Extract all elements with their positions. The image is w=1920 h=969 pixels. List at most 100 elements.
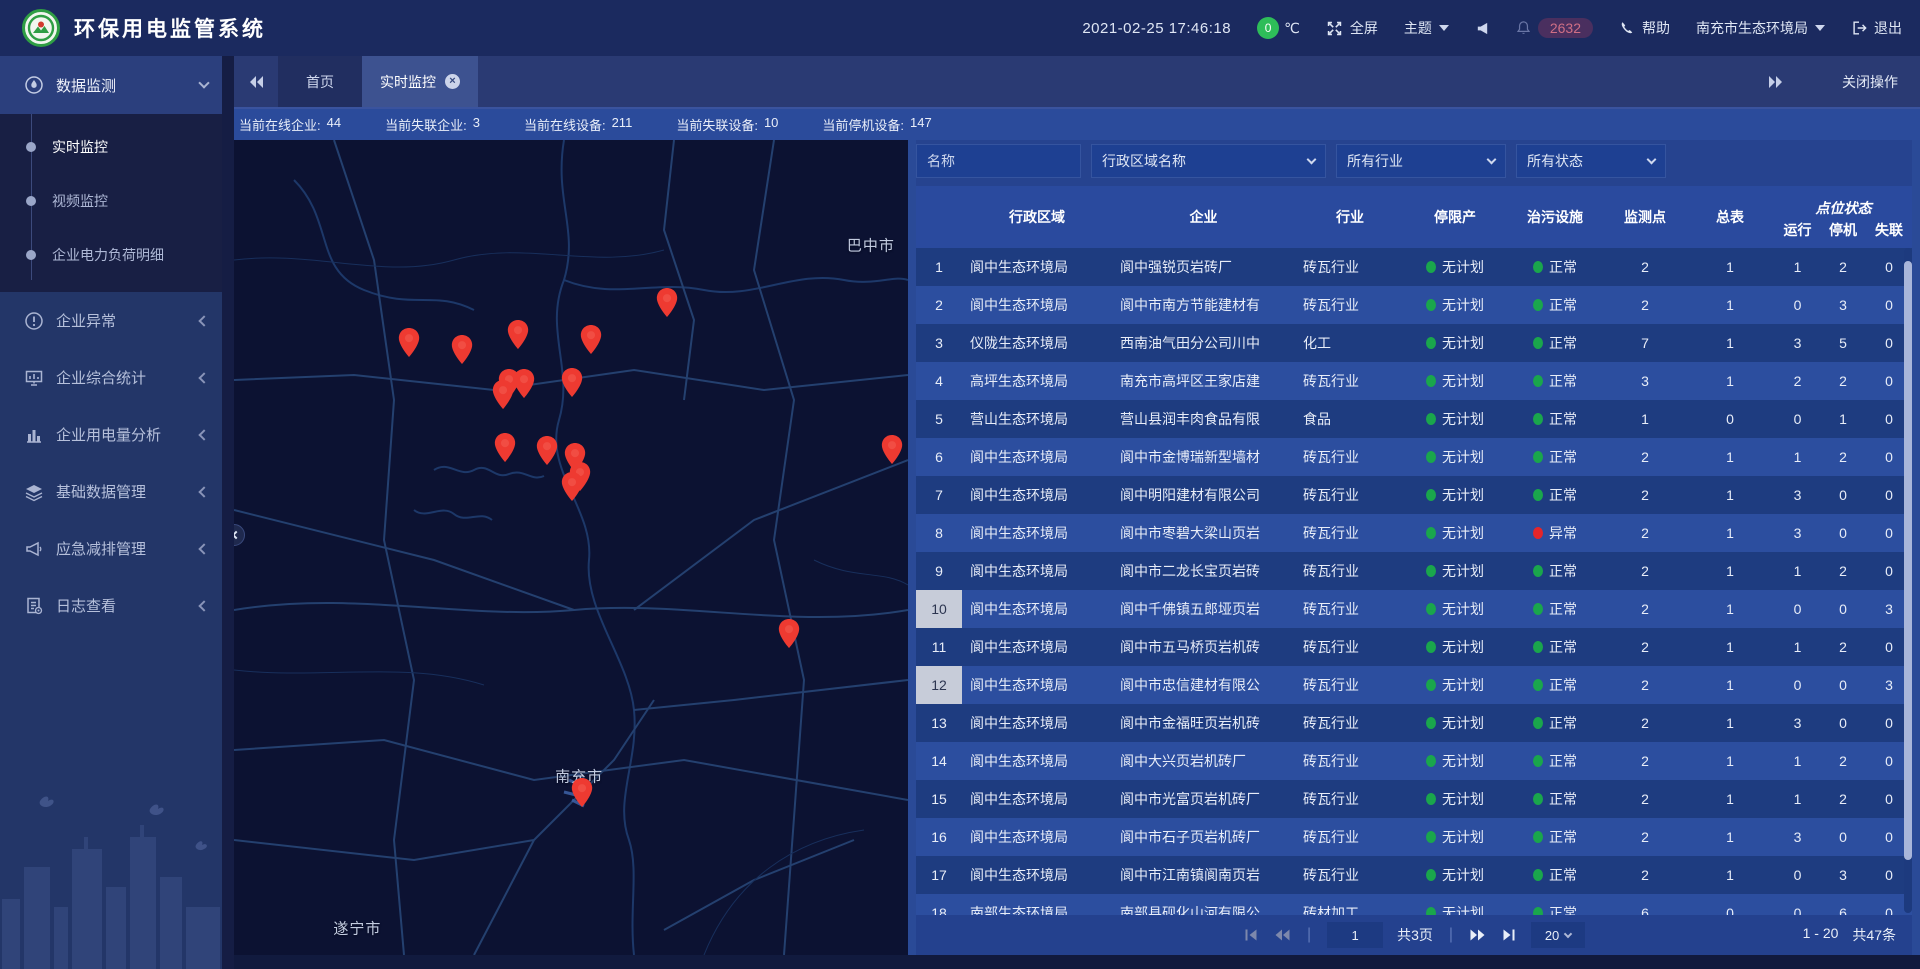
cell-stopped: 0 <box>1820 677 1866 693</box>
status-label: 当前失联设备: <box>676 115 758 134</box>
col-facility: 治污设施 <box>1505 186 1605 248</box>
cell-meters: 1 <box>1685 791 1775 807</box>
status-counter: 当前在线设备: 211 <box>524 115 632 134</box>
map-panel[interactable]: 巴中市 南充市 遂宁市 <box>234 140 908 955</box>
sidebar-item-realtime-monitor[interactable]: 实时监控 <box>0 120 222 174</box>
status-dot-icon <box>1426 831 1436 843</box>
industry-filter-select[interactable]: 所有行业 <box>1336 144 1506 178</box>
table-row[interactable]: 18 南部生态环境局 南部县砚化山河有限公 砖材加工 无计划 <box>916 894 1912 915</box>
sidebar-item-power-load-detail[interactable]: 企业电力负荷明细 <box>0 228 222 282</box>
cell-points: 2 <box>1605 753 1685 769</box>
table-row[interactable]: 11 阆中生态环境局 阆中市五马桥页岩机砖 砖瓦行业 无计划 <box>916 628 1912 666</box>
scrollbar-thumb[interactable] <box>1904 261 1912 860</box>
col-group-point-status: 点位状态 <box>1775 186 1912 220</box>
tab-home[interactable]: 首页 <box>278 56 362 107</box>
sidebar-item-enterprise-stats[interactable]: 企业综合统计 <box>0 349 222 406</box>
logout-button[interactable]: 退出 <box>1851 18 1902 38</box>
sidebar-item-power-analysis[interactable]: 企业用电量分析 <box>0 406 222 463</box>
sidebar-submenu: 实时监控 视频监控 企业电力负荷明细 <box>0 114 222 292</box>
help-button[interactable]: 帮助 <box>1619 18 1670 38</box>
cell-region: 阆中生态环境局 <box>962 675 1112 695</box>
page-number-field[interactable] <box>1327 922 1383 948</box>
map-pin-icon[interactable] <box>560 367 584 398</box>
table-scrollbar[interactable] <box>1904 248 1912 913</box>
cell-stop-status: 无计划 <box>1405 827 1505 847</box>
map-pin-icon[interactable] <box>397 327 421 358</box>
notifications[interactable]: 2632 <box>1516 18 1593 38</box>
table-row[interactable]: 13 阆中生态环境局 阆中市金福旺页岩机砖 砖瓦行业 无计划 <box>916 704 1912 742</box>
table-row[interactable]: 1 阆中生态环境局 阆中强锐页岩砖厂 砖瓦行业 无计划 <box>916 248 1912 286</box>
org-dropdown[interactable]: 南充市生态环境局 <box>1696 18 1825 38</box>
cell-points: 2 <box>1605 715 1685 731</box>
name-filter-field[interactable] <box>916 144 1081 178</box>
map-pin-icon[interactable] <box>880 434 904 465</box>
status-filter-select[interactable]: 所有状态 <box>1516 144 1666 178</box>
cell-stop-status: 无计划 <box>1405 333 1505 353</box>
table-row[interactable]: 10 阆中生态环境局 阆中千佛镇五郎垭页岩 砖瓦行业 无计划 <box>916 590 1912 628</box>
last-page-button[interactable] <box>1501 928 1517 942</box>
cell-meters: 0 <box>1685 905 1775 915</box>
col-run: 运行 <box>1775 220 1820 248</box>
table-row[interactable]: 14 阆中生态环境局 阆中大兴页岩机砖厂 砖瓦行业 无计划 <box>916 742 1912 780</box>
next-page-button[interactable] <box>1469 928 1487 942</box>
map-pin-icon[interactable] <box>655 287 679 318</box>
sidebar-item-data-monitor[interactable]: 数据监测 <box>0 56 222 114</box>
map-pin-icon[interactable] <box>579 324 603 355</box>
sidebar-item-logs[interactable]: 日志查看 <box>0 577 222 634</box>
table-row[interactable]: 6 阆中生态环境局 阆中市金博瑞新型墙材 砖瓦行业 无计划 <box>916 438 1912 476</box>
sidebar-item-enterprise-abnormal[interactable]: 企业异常 <box>0 292 222 349</box>
mute-button[interactable] <box>1475 21 1490 36</box>
sidebar-item-video-monitor[interactable]: 视频监控 <box>0 174 222 228</box>
first-page-button[interactable] <box>1243 928 1259 942</box>
cell-stop-status: 无计划 <box>1405 257 1505 277</box>
theme-dropdown[interactable]: 主题 <box>1404 18 1449 38</box>
table-row[interactable]: 9 阆中生态环境局 阆中市二龙长宝页岩砖 砖瓦行业 无计划 <box>916 552 1912 590</box>
sidebar-item-emergency-reduction[interactable]: 应急减排管理 <box>0 520 222 577</box>
map-pin-icon[interactable] <box>506 319 530 350</box>
table-row[interactable]: 7 阆中生态环境局 阆中明阳建材有限公司 砖瓦行业 无计划 <box>916 476 1912 514</box>
map-pin-icon[interactable] <box>560 471 584 502</box>
cell-company: 阆中市南方节能建材有 <box>1112 295 1295 315</box>
tabs-scroll-left-button[interactable] <box>234 56 278 107</box>
table-row[interactable]: 5 营山生态环境局 营山县润丰肉食品有限 食品 无计划 <box>916 400 1912 438</box>
tabs-scroll-right-button[interactable] <box>1754 75 1798 89</box>
table-row[interactable]: 12 阆中生态环境局 阆中市忠信建材有限公 砖瓦行业 无计划 <box>916 666 1912 704</box>
chevron-down-icon <box>1815 25 1825 31</box>
page-size-select[interactable]: 20 <box>1531 922 1585 948</box>
close-operations-button[interactable]: 关闭操作 <box>1842 72 1898 92</box>
map-pin-icon[interactable] <box>493 432 517 463</box>
table-row[interactable]: 8 阆中生态环境局 阆中市枣碧大梁山页岩 砖瓦行业 无计划 <box>916 514 1912 552</box>
page-number-input[interactable] <box>1327 928 1383 943</box>
map-pin-icon[interactable] <box>777 618 801 649</box>
tab-close-icon[interactable]: × <box>445 74 460 89</box>
map-pin-icon[interactable] <box>512 368 536 399</box>
cell-industry: 砖瓦行业 <box>1295 295 1405 315</box>
map-pin-icon[interactable] <box>450 334 474 365</box>
map-pin-icon[interactable] <box>570 777 594 808</box>
sidebar-item-base-data[interactable]: 基础数据管理 <box>0 463 222 520</box>
table-row[interactable]: 15 阆中生态环境局 阆中市光富页岩机砖厂 砖瓦行业 无计划 <box>916 780 1912 818</box>
map-pin-icon[interactable] <box>535 435 559 466</box>
cell-stop-status: 无计划 <box>1405 447 1505 467</box>
table-row[interactable]: 17 阆中生态环境局 阆中市江南镇阆南页岩 砖瓦行业 无计划 <box>916 856 1912 894</box>
first-page-icon <box>1243 928 1259 942</box>
tab-realtime-monitor[interactable]: 实时监控 × <box>362 56 478 107</box>
cell-points: 2 <box>1605 639 1685 655</box>
cell-region: 仪陇生态环境局 <box>962 333 1112 353</box>
table-row[interactable]: 3 仪陇生态环境局 西南油气田分公司川中 化工 无计划 <box>916 324 1912 362</box>
chevron-left-icon <box>198 543 209 554</box>
cell-stopped: 2 <box>1820 259 1866 275</box>
cell-run: 1 <box>1775 791 1820 807</box>
table-row[interactable]: 16 阆中生态环境局 阆中市石子页岩机砖厂 砖瓦行业 无计划 <box>916 818 1912 856</box>
prev-page-button[interactable] <box>1273 928 1291 942</box>
cell-run: 3 <box>1775 335 1820 351</box>
region-filter-select[interactable]: 行政区域名称 <box>1091 144 1326 178</box>
double-chevron-right-icon <box>1768 75 1784 89</box>
table-row[interactable]: 4 高坪生态环境局 南充市高坪区王家店建 砖瓦行业 无计划 <box>916 362 1912 400</box>
col-industry: 行业 <box>1295 186 1405 248</box>
name-filter-input[interactable] <box>927 153 1070 169</box>
fullscreen-button[interactable]: 全屏 <box>1326 18 1378 38</box>
status-dot-icon <box>1533 413 1543 425</box>
cell-facility-status: 正常 <box>1505 903 1605 915</box>
table-row[interactable]: 2 阆中生态环境局 阆中市南方节能建材有 砖瓦行业 无计划 <box>916 286 1912 324</box>
